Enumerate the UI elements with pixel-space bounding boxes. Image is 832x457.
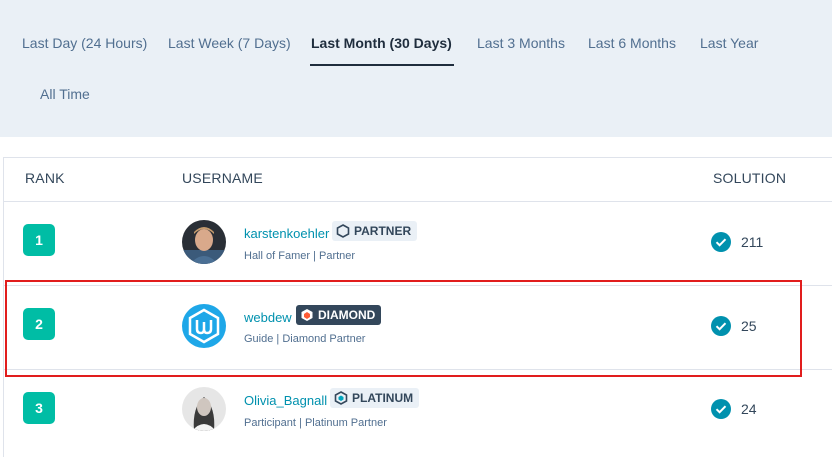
rank-badge: 2 [23,308,55,340]
tab-last-week[interactable]: Last Week (7 Days) [168,35,291,51]
solution-number: 24 [741,401,757,417]
tab-last-6-months[interactable]: Last 6 Months [588,35,676,51]
tab-all-time[interactable]: All Time [40,86,90,102]
check-circle-icon [711,232,731,252]
tab-last-day[interactable]: Last Day (24 Hours) [22,35,147,51]
rank-badge: 1 [23,224,55,256]
avatar[interactable] [182,304,226,348]
diamond-badge: DIAMOND [296,305,382,325]
avatar[interactable] [182,387,226,431]
row-divider [4,201,832,202]
tier-label: PARTNER [354,224,412,238]
tier-label: PLATINUM [352,391,414,405]
solution-number: 25 [741,318,757,334]
user-subtitle: Participant | Platinum Partner [244,417,387,429]
diamond-hexagon-icon [300,308,314,322]
username-link[interactable]: karstenkoehler [244,226,329,241]
solution-count: 211 [711,232,763,252]
header-solution: SOLUTION [713,170,787,186]
solution-count: 25 [711,316,757,336]
row-divider [4,369,832,370]
partner-badge: PARTNER [332,221,418,241]
user-subtitle: Hall of Famer | Partner [244,250,356,262]
partner-hexagon-icon [336,224,350,238]
tab-last-year[interactable]: Last Year [700,35,758,51]
username-link[interactable]: webdew [244,310,292,325]
check-circle-icon [711,399,731,419]
solution-number: 211 [741,234,764,250]
tab-last-3-months[interactable]: Last 3 Months [477,35,565,51]
username-link[interactable]: Olivia_Bagnall [244,393,327,408]
time-range-bar [0,0,832,137]
header-rank: RANK [25,170,65,186]
tier-label: DIAMOND [318,308,376,322]
leaderboard-table [3,157,832,457]
check-circle-icon [711,316,731,336]
user-subtitle: Guide | Diamond Partner [244,333,366,345]
row-divider [4,285,832,286]
header-username: USERNAME [182,170,263,186]
rank-badge: 3 [23,392,55,424]
active-tab-underline [310,64,454,66]
platinum-badge: PLATINUM [330,388,420,408]
avatar[interactable] [182,220,226,264]
platinum-hexagon-icon [334,391,348,405]
tab-last-month[interactable]: Last Month (30 Days) [311,35,452,51]
solution-count: 24 [711,399,757,419]
